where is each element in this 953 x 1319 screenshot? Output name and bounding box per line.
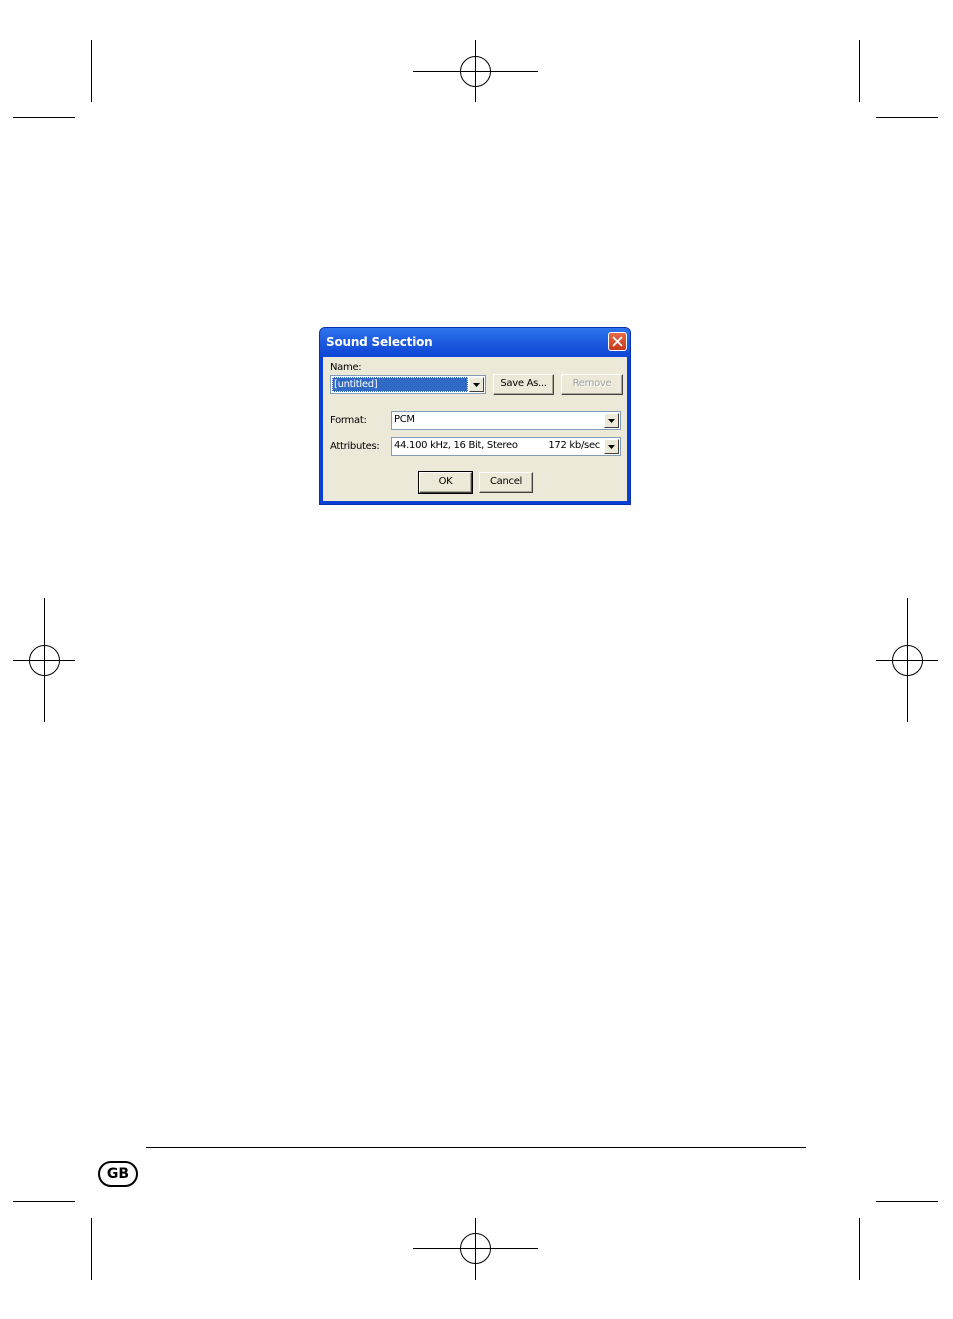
cancel-button[interactable]: Cancel: [479, 472, 533, 493]
name-dropdown-button[interactable]: [469, 377, 484, 392]
attributes-combobox[interactable]: 44.100 kHz, 16 Bit, Stereo 172 kb/sec: [391, 437, 621, 456]
chevron-down-icon: [608, 419, 615, 423]
language-badge: GB: [98, 1161, 138, 1187]
attributes-rate: 172 kb/sec: [548, 440, 600, 451]
name-selected-value: [untitled]: [332, 377, 468, 392]
save-as-button[interactable]: Save As...: [493, 374, 554, 395]
format-dropdown-button[interactable]: [604, 413, 619, 428]
dialog-title: Sound Selection: [326, 335, 433, 349]
format-combobox[interactable]: PCM: [391, 411, 621, 430]
format-value: PCM: [394, 414, 415, 425]
name-label: Name:: [330, 362, 362, 373]
dialog-body: Name: [untitled] Save As... Remove Forma…: [323, 357, 627, 501]
attributes-label: Attributes:: [330, 441, 380, 452]
chevron-down-icon: [608, 445, 615, 449]
format-label: Format:: [330, 415, 367, 426]
dialog-titlebar[interactable]: Sound Selection: [320, 328, 630, 357]
close-icon: [612, 336, 623, 347]
name-combobox[interactable]: [untitled]: [330, 375, 486, 394]
sound-selection-dialog: Sound Selection Name: [untitled] Save As…: [319, 327, 631, 505]
chevron-down-icon: [473, 383, 480, 387]
remove-button[interactable]: Remove: [561, 374, 623, 395]
close-button[interactable]: [608, 332, 627, 351]
attributes-value: 44.100 kHz, 16 Bit, Stereo: [394, 440, 518, 451]
footer-rule: [146, 1147, 806, 1148]
ok-button[interactable]: OK: [418, 471, 473, 494]
attributes-dropdown-button[interactable]: [604, 439, 619, 454]
